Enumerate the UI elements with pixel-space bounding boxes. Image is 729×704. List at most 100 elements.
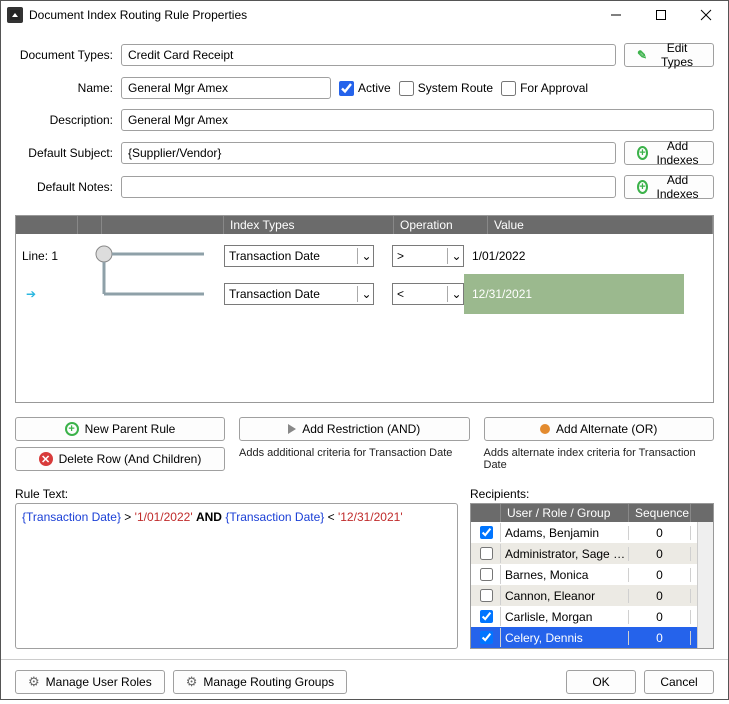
x-icon: ✕ — [39, 452, 53, 466]
recipients-header: User / Role / Group Sequence — [471, 504, 713, 522]
edit-types-button[interactable]: ✎ Edit Types — [624, 43, 714, 67]
add-restriction-hint: Adds additional criteria for Transaction… — [239, 447, 470, 459]
manage-routing-groups-button[interactable]: ⚙ Manage Routing Groups — [173, 670, 347, 694]
table-row[interactable]: Celery, Dennis0 — [471, 627, 697, 648]
document-types-input[interactable] — [121, 44, 616, 66]
recipient-sequence: 0 — [629, 568, 691, 582]
recipients-label: Recipients: — [470, 487, 714, 501]
for-approval-checkbox[interactable] — [501, 81, 516, 96]
content-area: Document Types: ✎ Edit Types Name: Activ… — [1, 29, 728, 659]
recipients-rows[interactable]: Adams, Benjamin0Administrator, Sage Pa..… — [471, 522, 697, 648]
recipient-checkbox[interactable] — [480, 568, 493, 581]
add-alternate-hint: Adds alternate index criteria for Transa… — [484, 447, 715, 471]
document-types-label: Document Types: — [15, 48, 113, 62]
new-parent-rule-button[interactable]: + New Parent Rule — [15, 417, 225, 441]
description-label: Description: — [15, 113, 113, 127]
default-notes-input[interactable] — [121, 176, 616, 198]
close-button[interactable] — [683, 1, 728, 29]
window: Document Index Routing Rule Properties D… — [0, 0, 729, 700]
recipient-name: Carlisle, Morgan — [501, 610, 629, 624]
cancel-button[interactable]: Cancel — [644, 670, 714, 694]
header-value: Value — [488, 216, 713, 234]
line-label: Line: 1 — [16, 249, 78, 263]
for-approval-check[interactable]: For Approval — [501, 81, 588, 96]
add-restriction-button[interactable]: Add Restriction (AND) — [239, 417, 470, 441]
operation-select-0[interactable]: > ⌄ — [392, 245, 464, 267]
recipient-sequence: 0 — [629, 526, 691, 540]
plus-icon: + — [637, 146, 648, 160]
recipient-sequence: 0 — [629, 610, 691, 624]
recipient-name: Celery, Dennis — [501, 631, 629, 645]
delete-row-button[interactable]: ✕ Delete Row (And Children) — [15, 447, 225, 471]
minimize-button[interactable] — [593, 1, 638, 29]
recipient-checkbox[interactable] — [480, 526, 493, 539]
recipient-checkbox[interactable] — [480, 610, 493, 623]
tree-connector — [84, 240, 284, 320]
table-row[interactable]: Adams, Benjamin0 — [471, 522, 697, 543]
system-route-checkbox[interactable] — [399, 81, 414, 96]
add-indexes-subject-button[interactable]: + Add Indexes — [624, 141, 714, 165]
rule-grid-header: Index Types Operation Value — [16, 216, 713, 234]
chevron-down-icon: ⌄ — [447, 286, 463, 302]
table-row[interactable]: Administrator, Sage Pa..0 — [471, 543, 697, 564]
recipient-sequence: 0 — [629, 631, 691, 645]
titlebar: Document Index Routing Rule Properties — [1, 1, 728, 29]
recipients-panel: Recipients: User / Role / Group Sequence… — [470, 487, 714, 649]
default-subject-label: Default Subject: — [15, 146, 113, 160]
header-operation: Operation — [394, 216, 488, 234]
system-route-check[interactable]: System Route — [399, 81, 493, 96]
pencil-icon: ✎ — [637, 48, 647, 62]
active-checkbox[interactable] — [339, 81, 354, 96]
gear-icon: ⚙ — [186, 674, 198, 690]
header-index-types: Index Types — [224, 216, 394, 234]
window-title: Document Index Routing Rule Properties — [29, 8, 593, 22]
table-row[interactable]: Barnes, Monica0 — [471, 564, 697, 585]
value-cell-0[interactable]: 1/01/2022 — [464, 245, 674, 267]
ok-button[interactable]: OK — [566, 670, 636, 694]
table-row[interactable]: Cannon, Eleanor0 — [471, 585, 697, 606]
recipient-name: Adams, Benjamin — [501, 526, 629, 540]
recipient-checkbox[interactable] — [480, 547, 493, 560]
gear-icon: ⚙ — [28, 674, 40, 690]
manage-user-roles-button[interactable]: ⚙ Manage User Roles — [15, 670, 165, 694]
play-icon — [288, 424, 296, 434]
rule-grid: Index Types Operation Value Line: 1 — [15, 215, 714, 403]
footer: ⚙ Manage User Roles ⚙ Manage Routing Gro… — [1, 659, 728, 704]
rule-text-box[interactable]: {Transaction Date} > '1/01/2022' AND {Tr… — [15, 503, 458, 649]
recipient-name: Barnes, Monica — [501, 568, 629, 582]
lower-panel: Rule Text: {Transaction Date} > '1/01/20… — [15, 487, 714, 649]
edit-types-label: Edit Types — [653, 41, 701, 69]
plus-icon: + — [65, 422, 79, 436]
name-label: Name: — [15, 81, 113, 95]
recipient-sequence: 0 — [629, 589, 691, 603]
operation-select-1[interactable]: < ⌄ — [392, 283, 464, 305]
rule-action-row: + New Parent Rule ✕ Delete Row (And Chil… — [15, 417, 714, 471]
recipient-checkbox[interactable] — [480, 631, 493, 644]
recipient-sequence: 0 — [629, 547, 691, 561]
name-input[interactable] — [121, 77, 331, 99]
rule-text-label: Rule Text: — [15, 487, 458, 501]
current-row-arrow-icon: ➔ — [16, 287, 44, 301]
rule-grid-body[interactable]: Line: 1 Transaction Date ⌄ > ⌄ 1/01/2022 — [16, 234, 713, 402]
app-icon — [7, 7, 23, 23]
dot-icon — [540, 424, 550, 434]
value-cell-1[interactable]: 12/31/2021 — [464, 274, 684, 314]
table-row[interactable]: Carlisle, Morgan0 — [471, 606, 697, 627]
recipient-checkbox[interactable] — [480, 589, 493, 602]
chevron-down-icon: ⌄ — [357, 286, 373, 302]
recipient-name: Cannon, Eleanor — [501, 589, 629, 603]
chevron-down-icon: ⌄ — [357, 248, 373, 264]
default-subject-input[interactable] — [121, 142, 616, 164]
maximize-button[interactable] — [638, 1, 683, 29]
header-user: User / Role / Group — [501, 504, 629, 522]
plus-icon: + — [637, 180, 648, 194]
add-indexes-notes-button[interactable]: + Add Indexes — [624, 175, 714, 199]
default-notes-label: Default Notes: — [15, 180, 113, 194]
description-input[interactable] — [121, 109, 714, 131]
active-check[interactable]: Active — [339, 81, 391, 96]
chevron-down-icon: ⌄ — [447, 248, 463, 264]
header-sequence: Sequence — [629, 504, 691, 522]
recipients-grid: User / Role / Group Sequence Adams, Benj… — [470, 503, 714, 649]
recipients-scrollbar[interactable] — [697, 522, 713, 648]
add-alternate-button[interactable]: Add Alternate (OR) — [484, 417, 715, 441]
